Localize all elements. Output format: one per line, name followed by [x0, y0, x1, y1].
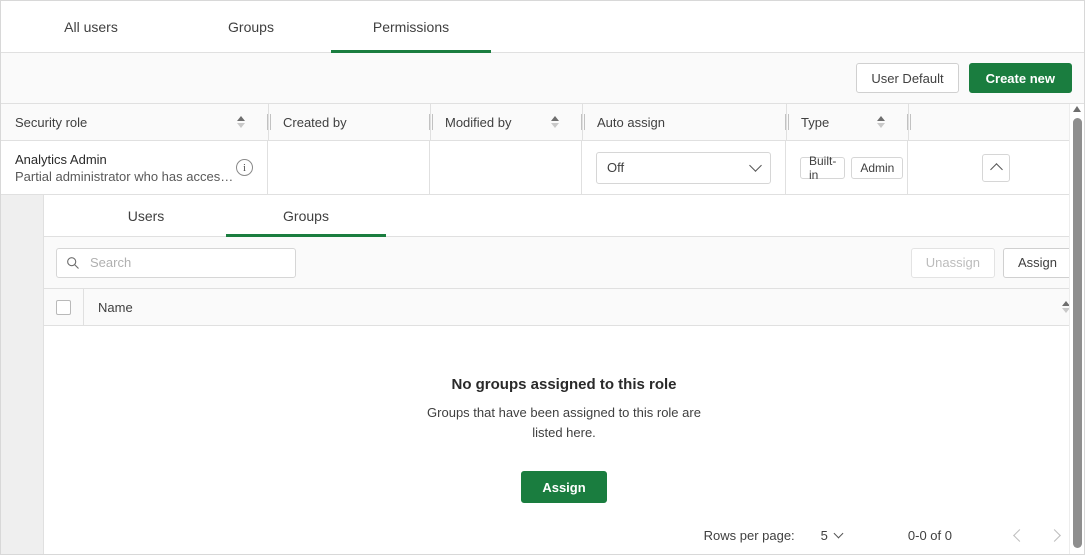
column-resize-handle-4[interactable] — [785, 114, 786, 130]
rows-per-page-select[interactable]: 5 — [821, 528, 842, 543]
detail-tab-users-label: Users — [128, 208, 165, 224]
sort-indicator-type[interactable] — [876, 115, 885, 129]
sort-indicator-security-role[interactable] — [236, 115, 245, 129]
detail-actions: Unassign Assign — [911, 248, 1072, 278]
cell-expand — [908, 141, 1084, 194]
column-resize-handle-1[interactable] — [267, 114, 268, 130]
column-resize-handle-3[interactable] — [581, 114, 582, 130]
rows-per-page-value: 5 — [821, 528, 828, 543]
cell-modified-by — [430, 141, 581, 194]
primary-tab-bar: All users Groups Permissions — [1, 1, 1084, 53]
tab-permissions-label: Permissions — [373, 19, 449, 35]
next-page-button[interactable] — [1042, 521, 1070, 549]
permissions-page: All users Groups Permissions User Defaul… — [0, 0, 1085, 555]
pagination-bar: Rows per page: 5 0-0 of 0 — [44, 513, 1084, 555]
column-header-name[interactable]: Name — [84, 289, 1084, 325]
search-input[interactable] — [88, 254, 286, 271]
tab-permissions[interactable]: Permissions — [331, 1, 491, 52]
role-text: Analytics Admin Partial administrator wh… — [15, 152, 236, 184]
create-new-button[interactable]: Create new — [969, 63, 1072, 93]
tab-groups[interactable]: Groups — [171, 1, 331, 52]
chevron-left-icon — [1013, 529, 1026, 542]
role-description: Partial administrator who has access t… — [15, 169, 236, 184]
expanded-row-detail: Users Groups Unassign Assign — [1, 195, 1084, 555]
table-row[interactable]: Analytics Admin Partial administrator wh… — [1, 141, 1084, 195]
cell-type: Built-in Admin — [786, 141, 907, 194]
auto-assign-value: Off — [607, 160, 751, 175]
empty-state-title: No groups assigned to this role — [451, 376, 676, 393]
detail-tab-bar: Users Groups — [44, 195, 1084, 237]
column-header-actions — [909, 104, 1084, 140]
roles-toolbar: User Default Create new — [1, 53, 1084, 104]
rows-per-page-label: Rows per page: — [704, 528, 795, 543]
pagination-range: 0-0 of 0 — [908, 528, 952, 543]
empty-state: No groups assigned to this role Groups t… — [44, 326, 1084, 513]
scrollbar-thumb[interactable] — [1073, 118, 1082, 548]
detail-tab-groups[interactable]: Groups — [226, 195, 386, 236]
sort-indicator-modified-by[interactable] — [550, 115, 559, 129]
column-header-security-role[interactable]: Security role — [1, 104, 267, 140]
detail-filter-bar: Unassign Assign — [44, 237, 1084, 289]
cell-auto-assign: Off — [582, 141, 785, 194]
select-all-cell — [44, 289, 84, 325]
column-header-name-label: Name — [98, 300, 1061, 315]
assign-button[interactable]: Assign — [1003, 248, 1072, 278]
column-header-created-by[interactable]: Created by — [269, 104, 429, 140]
chevron-down-icon — [833, 528, 843, 538]
cell-security-role: Analytics Admin Partial administrator wh… — [1, 141, 267, 194]
groups-list-header: Name — [44, 289, 1084, 326]
column-header-type-label: Type — [801, 115, 876, 130]
column-header-security-role-label: Security role — [15, 115, 236, 130]
column-header-auto-assign-label: Auto assign — [597, 115, 771, 130]
select-all-checkbox[interactable] — [56, 300, 71, 315]
column-resize-handle-5[interactable] — [907, 114, 908, 130]
search-icon — [66, 256, 80, 270]
column-resize-handle-2[interactable] — [429, 114, 430, 130]
user-default-button[interactable]: User Default — [856, 63, 958, 93]
vertical-scrollbar[interactable] — [1069, 104, 1084, 554]
column-header-auto-assign[interactable]: Auto assign — [583, 104, 785, 140]
unassign-button[interactable]: Unassign — [911, 248, 995, 278]
role-name: Analytics Admin — [15, 152, 236, 167]
type-tag-admin: Admin — [851, 157, 903, 179]
tab-all-users[interactable]: All users — [11, 1, 171, 52]
column-header-modified-by[interactable]: Modified by — [431, 104, 581, 140]
column-header-modified-by-label: Modified by — [445, 115, 550, 130]
collapse-row-button[interactable] — [982, 154, 1010, 182]
empty-state-assign-button[interactable]: Assign — [521, 471, 606, 503]
previous-page-button[interactable] — [1004, 521, 1032, 549]
column-header-type[interactable]: Type — [787, 104, 907, 140]
detail-gutter — [1, 195, 43, 555]
tab-groups-label: Groups — [228, 19, 274, 35]
detail-tab-groups-label: Groups — [283, 208, 329, 224]
chevron-right-icon — [1048, 529, 1061, 542]
tab-all-users-label: All users — [64, 19, 118, 35]
chevron-up-icon — [990, 163, 1003, 176]
cell-created-by — [268, 141, 429, 194]
detail-tab-users[interactable]: Users — [66, 195, 226, 236]
type-tag-builtin: Built-in — [800, 157, 845, 179]
info-circle-icon[interactable]: i — [236, 159, 253, 176]
roles-table-header: Security role Created by Modified by Aut… — [1, 104, 1084, 141]
detail-panel: Users Groups Unassign Assign — [43, 195, 1084, 555]
auto-assign-select[interactable]: Off — [596, 152, 771, 184]
empty-state-text: Groups that have been assigned to this r… — [424, 403, 704, 443]
column-header-created-by-label: Created by — [283, 115, 415, 130]
chevron-down-icon — [749, 159, 762, 172]
search-box[interactable] — [56, 248, 296, 278]
scroll-up-icon[interactable] — [1073, 106, 1081, 112]
